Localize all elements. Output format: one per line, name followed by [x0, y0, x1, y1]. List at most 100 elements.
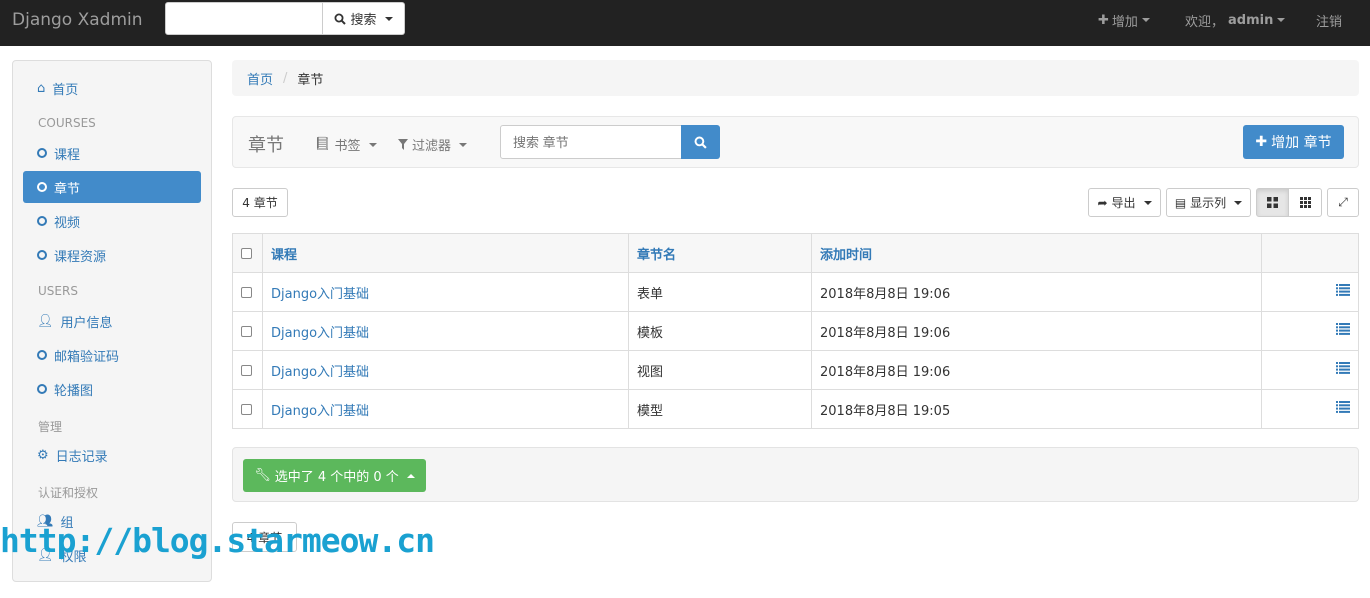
sidebar-item-email-verify[interactable]: 邮箱验证码: [23, 339, 201, 371]
list-icon[interactable]: [1336, 284, 1350, 300]
chapter-name-cell: 模板: [628, 311, 812, 351]
added-time-cell: 2018年8月8日 19:06: [811, 350, 1262, 390]
row-checkbox[interactable]: [241, 364, 252, 376]
book-icon: 📘︎: [314, 137, 331, 152]
sidebar: ⌂ 首页 COURSES 课程 章节 视频 课程资源 USERS 👤︎ 用户信息…: [12, 60, 212, 582]
course-link[interactable]: Django入门基础: [271, 365, 369, 380]
circle-icon: [37, 216, 47, 226]
row-checkbox[interactable]: [241, 403, 252, 415]
column-header-name[interactable]: 章节名: [628, 233, 812, 273]
sidebar-section-header: 管理: [38, 420, 63, 434]
row-checkbox[interactable]: [241, 325, 252, 337]
row-select-cell: [232, 272, 263, 312]
course-link[interactable]: Django入门基础: [271, 326, 369, 341]
grid-view-button[interactable]: [1256, 188, 1289, 217]
add-chapter-button[interactable]: ✚ 增加 章节: [1243, 125, 1344, 159]
sidebar-item-label: 章节: [54, 181, 81, 197]
search-icon: [694, 136, 707, 149]
sidebar-item-courses[interactable]: 课程: [23, 137, 201, 169]
row-select-cell: [232, 350, 263, 390]
row-actions-cell: [1261, 389, 1359, 429]
user-icon: 👤︎: [37, 313, 54, 329]
top-navbar: Django Xadmin 搜索 ✚ 增加 欢迎， admin 注销: [0, 0, 1370, 46]
bookmarks-menu[interactable]: 📘︎ 书签: [314, 135, 377, 154]
search-button[interactable]: [681, 125, 720, 159]
export-button[interactable]: ➦ 导出: [1088, 188, 1161, 217]
logout-link[interactable]: 注销: [1316, 0, 1342, 40]
column-header-actions: [1261, 233, 1359, 273]
columns-button[interactable]: ▤ 显示列: [1166, 188, 1251, 217]
table-row: Django入门基础 视图 2018年8月8日 19:06: [232, 350, 1359, 390]
sidebar-section-header: 认证和授权: [38, 486, 99, 500]
select-all-cell: [232, 233, 263, 273]
breadcrumb-home[interactable]: 首页: [247, 69, 273, 88]
sidebar-item-user-profile[interactable]: 👤︎ 用户信息: [23, 305, 201, 337]
filter-label: 过滤器: [412, 139, 452, 154]
table-header-row: 课程 章节名 添加时间: [232, 233, 1359, 273]
column-header-course[interactable]: 课程: [262, 233, 629, 273]
circle-icon: [37, 148, 47, 158]
home-icon: ⌂: [37, 80, 46, 96]
share-icon: ➦: [1097, 195, 1108, 210]
bulk-actions-button[interactable]: 🔧︎ 选中了 4 个中的 0 个: [243, 459, 426, 492]
table-row: Django入门基础 表单 2018年8月8日 19:06: [232, 272, 1359, 312]
list-icon[interactable]: [1336, 401, 1350, 417]
global-search-label: 搜索: [350, 13, 377, 28]
welcome-label: 欢迎，: [1185, 14, 1225, 30]
sidebar-item-chapters[interactable]: 章节: [23, 171, 201, 203]
list-icon[interactable]: [1336, 323, 1350, 339]
course-cell: Django入门基础: [262, 272, 629, 312]
th-large-icon: [1267, 197, 1278, 208]
chevron-down-icon: [384, 16, 393, 21]
filter-menu[interactable]: 过滤器: [398, 135, 468, 154]
chevron-down-icon: [1277, 18, 1286, 22]
column-header-time[interactable]: 添加时间: [811, 233, 1262, 273]
global-search-button[interactable]: 搜索: [323, 2, 405, 35]
columns-label: 显示列: [1190, 196, 1227, 210]
course-link[interactable]: Django入门基础: [271, 287, 369, 302]
actions-bar: 🔧︎ 选中了 4 个中的 0 个: [232, 447, 1359, 502]
chevron-down-icon: [368, 142, 377, 147]
plus-icon: ✚: [1098, 12, 1109, 28]
row-select-cell: [232, 389, 263, 429]
compact-view-button[interactable]: [1288, 188, 1322, 217]
nav-add-menu[interactable]: ✚ 增加: [1098, 0, 1150, 40]
gear-icon: ⚙: [37, 447, 49, 463]
result-count: 4 章节: [232, 188, 288, 217]
row-actions-cell: [1261, 350, 1359, 390]
global-search-input[interactable]: [165, 2, 323, 35]
sidebar-item-videos[interactable]: 视频: [23, 205, 201, 237]
page-title: 章节: [248, 135, 284, 156]
sidebar-item-course-resources[interactable]: 课程资源: [23, 239, 201, 271]
chapter-name-cell: 视图: [628, 350, 812, 390]
course-link[interactable]: Django入门基础: [271, 404, 369, 419]
sidebar-item-home[interactable]: ⌂ 首页: [23, 72, 201, 104]
list-toolbar: 章节 📘︎ 书签 过滤器 ✚ 增加 章节: [232, 116, 1359, 168]
sidebar-item-log[interactable]: ⚙ 日志记录: [23, 439, 201, 471]
search-input[interactable]: [500, 125, 682, 159]
table-row: Django入门基础 模板 2018年8月8日 19:06: [232, 311, 1359, 351]
sidebar-item-label: 邮箱验证码: [54, 349, 120, 365]
watermark-text: http://blog.starmeow.cn: [0, 521, 435, 560]
course-cell: Django入门基础: [262, 350, 629, 390]
sidebar-section-header: USERS: [38, 284, 78, 298]
breadcrumb-current: 章节: [297, 72, 324, 88]
row-checkbox[interactable]: [241, 286, 252, 298]
select-all-checkbox[interactable]: [241, 247, 252, 259]
circle-icon: [37, 384, 47, 394]
table-row: Django入门基础 模型 2018年8月8日 19:05: [232, 389, 1359, 429]
chevron-down-icon: [1141, 18, 1150, 22]
global-search: 搜索: [165, 2, 405, 35]
fullscreen-button[interactable]: ⤢: [1327, 188, 1359, 217]
chapter-name-cell: 表单: [628, 272, 812, 312]
list-icon[interactable]: [1336, 362, 1350, 378]
user-menu[interactable]: 欢迎， admin: [1185, 0, 1286, 40]
brand-logo[interactable]: Django Xadmin: [12, 10, 143, 30]
added-time-cell: 2018年8月8日 19:06: [811, 272, 1262, 312]
sidebar-item-label: 课程资源: [54, 249, 107, 265]
circle-icon: [37, 250, 47, 260]
chevron-down-icon: [1143, 200, 1152, 205]
sidebar-item-banner[interactable]: 轮播图: [23, 373, 201, 405]
search-icon: [334, 13, 347, 25]
sidebar-item-label: 课程: [54, 147, 81, 163]
